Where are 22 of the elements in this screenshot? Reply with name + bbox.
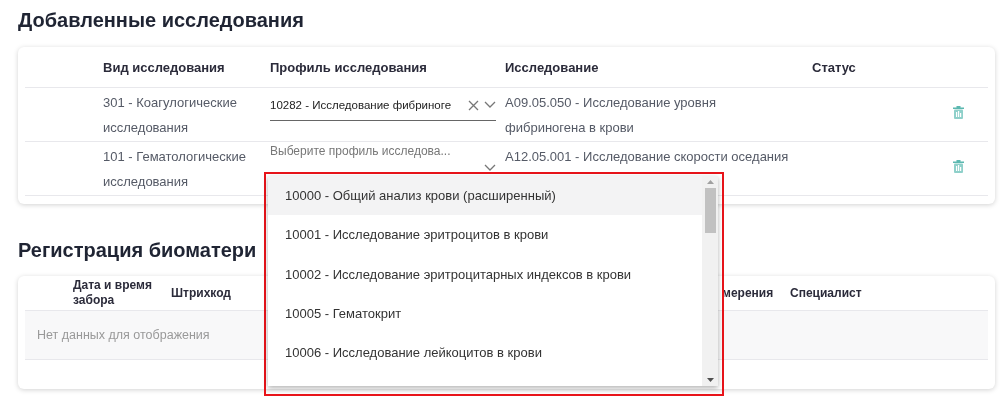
column-header: Вид исследования xyxy=(103,59,226,75)
profile-select[interactable]: 10282 - Исследование фибриноге xyxy=(270,90,496,121)
dropdown-option[interactable]: 10001 - Исследование эритроцитов в крови xyxy=(268,215,702,255)
dropdown-option[interactable]: 10000 - Общий анализ крови (расширенный) xyxy=(268,176,702,216)
column-header: Профиль исследования xyxy=(270,59,428,75)
column-header: Штрихкод xyxy=(171,285,232,301)
dropdown-option[interactable]: 10005 - Гематокрит xyxy=(268,293,702,334)
column-header: мерения xyxy=(722,285,775,301)
table-cell-text: А09.05.050 - Исследование уровня фибриногена в крови xyxy=(505,94,717,137)
dropdown-option[interactable]: 10002 - Исследование эритроцитарных индексов в крови xyxy=(268,254,702,294)
table-cell-text: 301 - Коагулогические исследования xyxy=(103,94,238,137)
section-title: Регистрация биоматери xyxy=(18,239,258,262)
column-header: Исследование xyxy=(505,59,600,75)
profile-select[interactable]: Выберите профиль исследова... xyxy=(270,144,496,172)
empty-message: Нет данных для отображения xyxy=(37,328,210,342)
section-title: Добавленные исследования xyxy=(18,9,305,32)
table-cell-text: 101 - Гематологические исследования xyxy=(103,148,247,191)
dropdown-option[interactable]: 10006 - Исследование лейкоцитов в крови xyxy=(268,333,702,373)
column-header: Статус xyxy=(812,59,857,75)
column-header: Дата и время забора xyxy=(73,278,153,308)
table-cell-text: А12.05.001 - Исследование скорости оседания xyxy=(505,148,790,166)
column-header: Специалист xyxy=(790,285,863,301)
